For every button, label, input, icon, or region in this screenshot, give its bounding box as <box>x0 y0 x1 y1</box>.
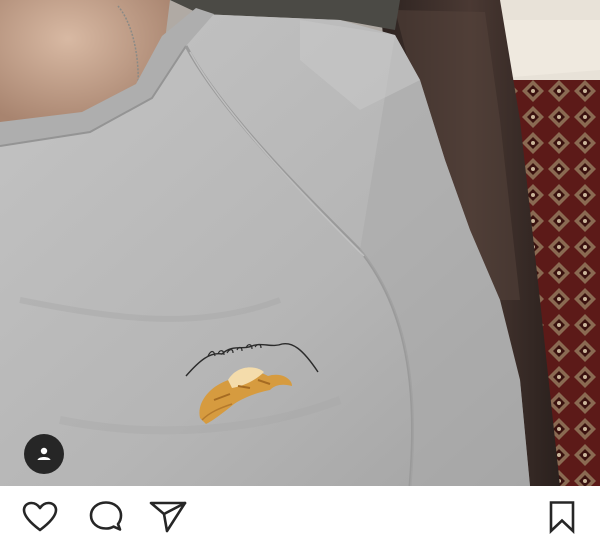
user-tag-button[interactable] <box>24 434 64 474</box>
heart-icon <box>22 501 58 532</box>
share-button[interactable] <box>148 500 188 534</box>
post-photo[interactable] <box>0 0 600 486</box>
photo-illustration <box>0 0 600 486</box>
action-bar <box>0 486 600 546</box>
comment-icon <box>89 501 123 531</box>
instagram-post <box>0 0 600 546</box>
user-icon <box>37 447 51 460</box>
bookmark-icon <box>549 501 575 534</box>
paper-plane-icon <box>149 501 187 533</box>
comment-button[interactable] <box>86 500 126 534</box>
save-button[interactable] <box>542 500 582 534</box>
like-button[interactable] <box>20 500 60 534</box>
